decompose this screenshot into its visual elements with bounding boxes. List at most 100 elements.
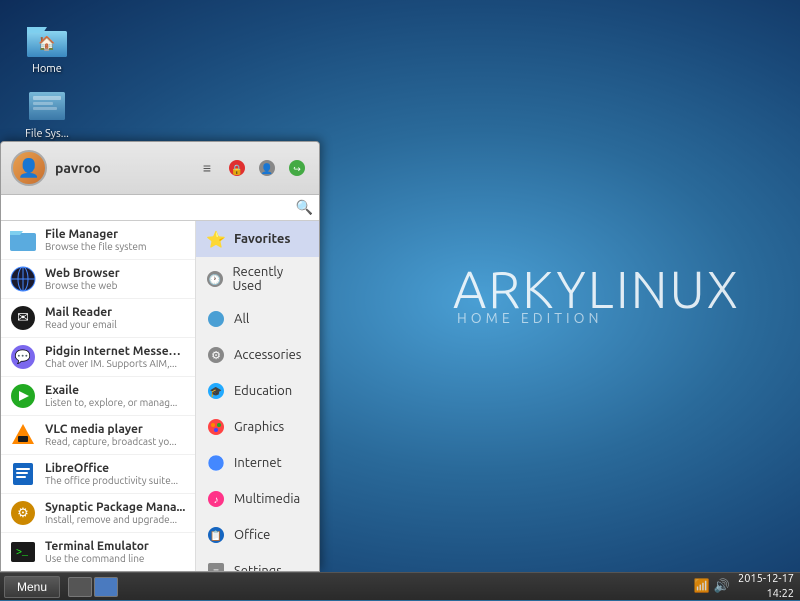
brand-area: ARKYLINUX HOME EDITION xyxy=(453,260,740,326)
all-label: All xyxy=(234,312,249,326)
vlc-name: VLC media player xyxy=(45,423,187,436)
svg-text:👤: 👤 xyxy=(261,162,273,175)
search-input[interactable] xyxy=(7,200,296,215)
exaile-icon xyxy=(9,382,37,410)
apps-list: File Manager Browse the file system xyxy=(1,221,196,571)
cat-all[interactable]: All xyxy=(196,301,319,337)
menu-body: File Manager Browse the file system xyxy=(1,221,319,571)
svg-text:🔒: 🔒 xyxy=(231,164,243,176)
synaptic-desc: Install, remove and upgrade... xyxy=(45,514,187,525)
app-item-synaptic[interactable]: ⚙ Synaptic Package Mana... Install, remo… xyxy=(1,494,195,533)
education-icon: 🎓 xyxy=(206,381,226,401)
app-item-file-manager[interactable]: File Manager Browse the file system xyxy=(1,221,195,260)
favorites-label: Favorites xyxy=(234,232,291,246)
all-icon xyxy=(206,309,226,329)
favorites-icon: ⭐ xyxy=(206,229,226,249)
clock-date: 2015-12-17 xyxy=(738,572,794,586)
office-icon: 📋 xyxy=(206,525,226,545)
system-tray: 📶 🔊 xyxy=(694,579,730,594)
svg-text:⚙: ⚙ xyxy=(211,350,221,362)
education-label: Education xyxy=(234,384,292,398)
internet-label: Internet xyxy=(234,456,282,470)
menu-header: 👤 pavroo ≡ 🔒 👤 xyxy=(1,142,319,195)
cat-recently-used[interactable]: 🕐 Recently Used xyxy=(196,257,319,301)
pidgin-desc: Chat over IM. Supports AIM,... xyxy=(45,358,187,369)
app-item-terminal[interactable]: >_ Terminal Emulator Use the command lin… xyxy=(1,533,195,571)
clock-time: 14:22 xyxy=(738,587,794,601)
start-button[interactable]: Menu xyxy=(4,576,60,598)
app-item-pidgin[interactable]: 💬 Pidgin Internet Messenger Chat over IM… xyxy=(1,338,195,377)
cat-favorites[interactable]: ⭐ Favorites xyxy=(196,221,319,257)
internet-icon xyxy=(206,453,226,473)
taskbar-windows xyxy=(68,577,118,597)
svg-text:♪: ♪ xyxy=(214,494,219,505)
synaptic-icon: ⚙ xyxy=(9,499,37,527)
synaptic-name: Synaptic Package Mana... xyxy=(45,501,187,514)
terminal-desc: Use the command line xyxy=(45,553,187,564)
menu-search-bar: 🔍 xyxy=(1,195,319,221)
filesystem-icon xyxy=(27,84,67,124)
office-label: Office xyxy=(234,528,270,542)
menu-settings-icon[interactable]: ≡ xyxy=(195,156,219,180)
logout-icon[interactable]: ↪ xyxy=(285,156,309,180)
cat-education[interactable]: 🎓 Education xyxy=(196,373,319,409)
recently-used-icon: 🕐 xyxy=(206,269,224,289)
graphics-icon xyxy=(206,417,226,437)
mail-reader-icon: ✉ xyxy=(9,304,37,332)
cat-settings[interactable]: ≡ Settings xyxy=(196,553,319,571)
cat-office[interactable]: 📋 Office xyxy=(196,517,319,553)
filesystem-icon-label: File Sys... xyxy=(25,128,69,140)
svg-text:🏠: 🏠 xyxy=(38,35,55,52)
recently-used-label: Recently Used xyxy=(232,265,309,293)
desktop-icon-filesystem[interactable]: File Sys... xyxy=(12,80,82,144)
home-icon-label: Home xyxy=(32,63,62,75)
taskbar-right: 📶 🔊 2015-12-17 14:22 xyxy=(694,572,800,601)
taskbar: Menu 📶 🔊 2015-12-17 14:22 xyxy=(0,572,800,600)
terminal-icon: >_ xyxy=(9,538,37,566)
app-item-exaile[interactable]: Exaile Listen to, explore, or manag... xyxy=(1,377,195,416)
home-folder-icon: 🏠 xyxy=(27,19,67,59)
svg-text:🎓: 🎓 xyxy=(210,386,222,398)
network-tray-icon[interactable]: 📶 xyxy=(694,579,710,594)
accessories-label: Accessories xyxy=(234,348,301,362)
vlc-icon xyxy=(9,421,37,449)
app-item-mail-reader[interactable]: ✉ Mail Reader Read your email xyxy=(1,299,195,338)
svg-text:📋: 📋 xyxy=(210,529,222,542)
cat-internet[interactable]: Internet xyxy=(196,445,319,481)
exaile-name: Exaile xyxy=(45,384,187,397)
volume-tray-icon[interactable]: 🔊 xyxy=(714,579,730,594)
cat-accessories[interactable]: ⚙ Accessories xyxy=(196,337,319,373)
svg-text:>_: >_ xyxy=(16,548,29,559)
libreoffice-name: LibreOffice xyxy=(45,462,187,475)
lock-icon[interactable]: 🔒 xyxy=(225,156,249,180)
libreoffice-icon xyxy=(9,460,37,488)
cat-graphics[interactable]: Graphics xyxy=(196,409,319,445)
app-item-vlc[interactable]: VLC media player Read, capture, broadcas… xyxy=(1,416,195,455)
pidgin-name: Pidgin Internet Messenger xyxy=(45,345,187,358)
user-avatar: 👤 xyxy=(11,150,47,186)
file-manager-icon xyxy=(9,226,37,254)
mail-reader-name: Mail Reader xyxy=(45,306,187,319)
file-manager-name: File Manager xyxy=(45,228,187,241)
taskbar-window-btn[interactable] xyxy=(68,577,92,597)
exaile-desc: Listen to, explore, or manag... xyxy=(45,397,187,408)
multimedia-icon: ♪ xyxy=(206,489,226,509)
svg-text:✉: ✉ xyxy=(17,309,29,325)
cat-multimedia[interactable]: ♪ Multimedia xyxy=(196,481,319,517)
username-label: pavroo xyxy=(55,160,195,176)
svg-text:🕐: 🕐 xyxy=(209,273,221,286)
taskbar-window-btn-active[interactable] xyxy=(94,577,118,597)
system-clock: 2015-12-17 14:22 xyxy=(738,572,794,601)
user-switch-icon[interactable]: 👤 xyxy=(255,156,279,180)
application-menu: 👤 pavroo ≡ 🔒 👤 xyxy=(0,141,320,572)
search-icon[interactable]: 🔍 xyxy=(296,199,313,216)
app-item-web-browser[interactable]: Web Browser Browse the web xyxy=(1,260,195,299)
pidgin-icon: 💬 xyxy=(9,343,37,371)
categories-panel: ⭐ Favorites 🕐 Recently Used xyxy=(196,221,319,571)
svg-text:≡: ≡ xyxy=(213,566,219,571)
app-item-libreoffice[interactable]: LibreOffice The office productivity suit… xyxy=(1,455,195,494)
multimedia-label: Multimedia xyxy=(234,492,300,506)
desktop-icon-home[interactable]: 🏠 Home xyxy=(12,15,82,79)
terminal-name: Terminal Emulator xyxy=(45,540,187,553)
vlc-desc: Read, capture, broadcast yo... xyxy=(45,436,187,447)
